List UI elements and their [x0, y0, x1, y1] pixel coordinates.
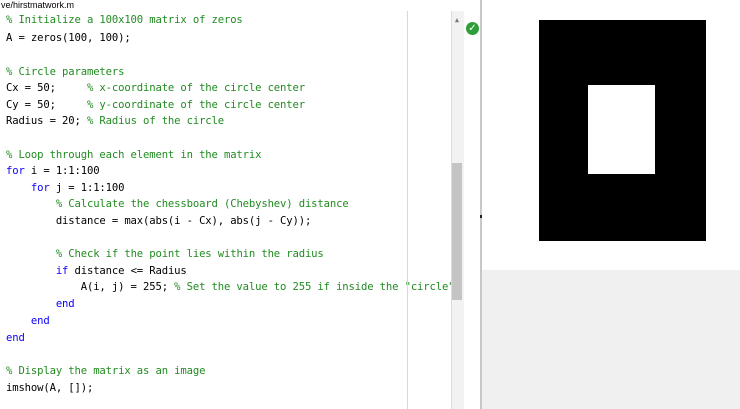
file-path-bar: ve/hirstmatwork.m — [0, 0, 481, 11]
code-line[interactable]: end — [6, 330, 25, 346]
editor-right-margin-line — [407, 11, 408, 409]
code-text: j = 1:1:100 — [49, 182, 125, 194]
scrollbar-thumb[interactable] — [452, 163, 462, 300]
code-line[interactable]: distance = max(abs(i - Cx), abs(j - Cy))… — [6, 213, 312, 229]
code-line[interactable]: Radius = 20; % Radius of the circle — [6, 113, 224, 129]
code-text: Radius = 20; — [6, 115, 87, 127]
comment: % Radius of the circle — [86, 115, 224, 127]
comment: % Calculate the chessboard (Chebyshev) d… — [55, 198, 349, 210]
code-line[interactable]: A = zeros(100, 100); — [6, 30, 131, 46]
code-line[interactable]: for i = 1:1:100 — [6, 163, 100, 179]
comment: % Display the matrix as an image — [6, 365, 206, 377]
comment: % x-coordinate of the circle center — [86, 82, 305, 94]
code-line[interactable]: for j = 1:1:100 — [6, 180, 125, 196]
check-icon[interactable]: ✓ — [466, 22, 479, 35]
keyword: end — [55, 298, 75, 310]
code-line[interactable]: % Initialize a 100x100 matrix of zeros — [6, 12, 243, 28]
code-line[interactable]: imshow(A, []); — [6, 380, 93, 396]
code-text: imshow(A, []); — [6, 382, 94, 394]
code-line[interactable]: Cx = 50; % x-coordinate of the circle ce… — [6, 80, 305, 96]
scroll-up-arrow-icon[interactable]: ▲ — [452, 15, 462, 25]
keyword: end — [6, 332, 25, 344]
code-text: distance <= Radius — [68, 265, 187, 277]
comment: % Initialize a 100x100 matrix of zeros — [6, 14, 243, 26]
code-text: Cx = 50; — [6, 82, 87, 94]
code-line[interactable]: if distance <= Radius — [6, 263, 187, 279]
code-text: A = zeros(100, 100); — [6, 32, 131, 44]
code-analyzer-column — [464, 11, 481, 409]
code-text: i = 1:1:100 — [24, 165, 100, 177]
comment: % y-coordinate of the circle center — [86, 99, 305, 111]
code-line[interactable]: A(i, j) = 255; % Set the value to 255 if… — [6, 279, 451, 295]
code-line[interactable]: % Display the matrix as an image — [6, 363, 205, 379]
comment: % Check if the point lies within the rad… — [55, 248, 324, 260]
code-editor[interactable]: % Initialize a 100x100 matrix of zeros A … — [0, 11, 451, 409]
keyword: for — [30, 182, 50, 194]
comment: % Loop through each element in the matri… — [6, 149, 262, 161]
comment: % Set the value to 255 if inside the "ci… — [174, 281, 451, 293]
code-line[interactable]: % Check if the point lies within the rad… — [6, 246, 324, 262]
code-line[interactable]: % Circle parameters — [6, 64, 124, 80]
code-line[interactable]: Cy = 50; % y-coordinate of the circle ce… — [6, 97, 305, 113]
code-text: distance = max(abs(i - Cx), abs(j - Cy))… — [6, 215, 312, 227]
matrix-image-white-square — [588, 85, 655, 174]
code-line[interactable]: end — [6, 313, 50, 329]
code-line[interactable]: % Calculate the chessboard (Chebyshev) d… — [6, 196, 349, 212]
figure-background — [482, 270, 740, 409]
keyword: end — [30, 315, 50, 327]
code-text: A(i, j) = 255; — [6, 281, 175, 293]
code-line[interactable]: end — [6, 296, 75, 312]
keyword: for — [6, 165, 25, 177]
code-line[interactable]: % Loop through each element in the matri… — [6, 147, 262, 163]
keyword: if — [55, 265, 69, 277]
code-text: Cy = 50; — [6, 99, 87, 111]
comment: % Circle parameters — [6, 66, 125, 78]
